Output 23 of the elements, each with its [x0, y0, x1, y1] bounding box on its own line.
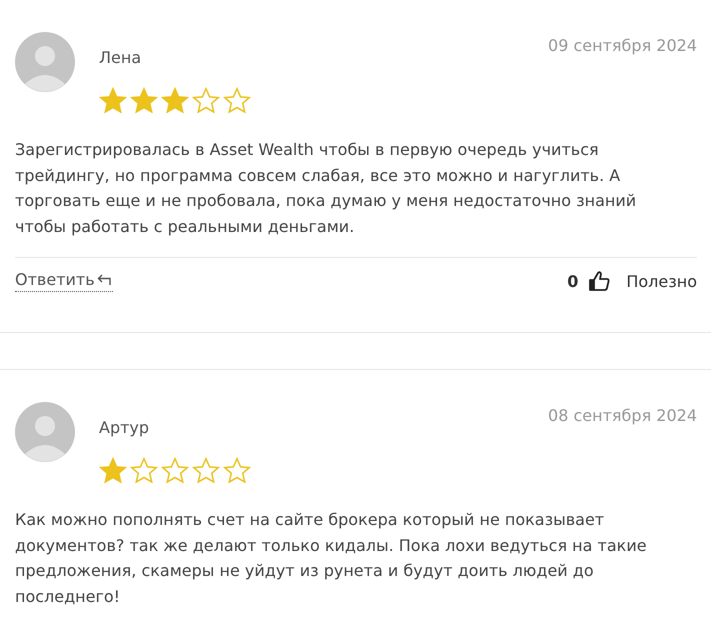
star-icon [99, 87, 127, 115]
star-icon [223, 87, 251, 115]
star-icon [161, 87, 189, 115]
star-icon [161, 457, 189, 485]
avatar-icon [15, 32, 75, 92]
thumbs-up-icon[interactable] [588, 270, 610, 292]
useful-label[interactable]: Полезно [626, 272, 697, 290]
reply-icon [96, 272, 113, 286]
review-text: Зарегистрировалась в Asset Wealth чтобы в первую очередь учиться трейдингу, но программа совсем слабая, все это можно и нагуглить. А торговать еще и не пробовала, пока думаю у меня недостаточно знаний чтобы работать с реальными деньгами. [15, 139, 638, 238]
like-count: 0 [567, 272, 578, 290]
star-icon [130, 457, 158, 485]
author-name: Артур [99, 418, 150, 437]
star-icon [192, 87, 220, 115]
star-icon [99, 457, 127, 485]
reply-link[interactable]: Ответить [15, 270, 113, 292]
star-icon [192, 457, 220, 485]
review-date: 08 сентября 2024 [548, 406, 697, 425]
review-text: Как можно пополнять счет на сайте брокера который не показывает документов? так же делают только кидалы. Пока лохи ведуться на такие предложения, скамеры не уйдут из рунета и будут доить людей до последнего! [15, 509, 648, 608]
star-icon [223, 457, 251, 485]
review-date: 09 сентября 2024 [548, 36, 697, 55]
avatar-icon [15, 402, 75, 462]
author-name: Лена [99, 48, 142, 67]
star-icon [130, 87, 158, 115]
